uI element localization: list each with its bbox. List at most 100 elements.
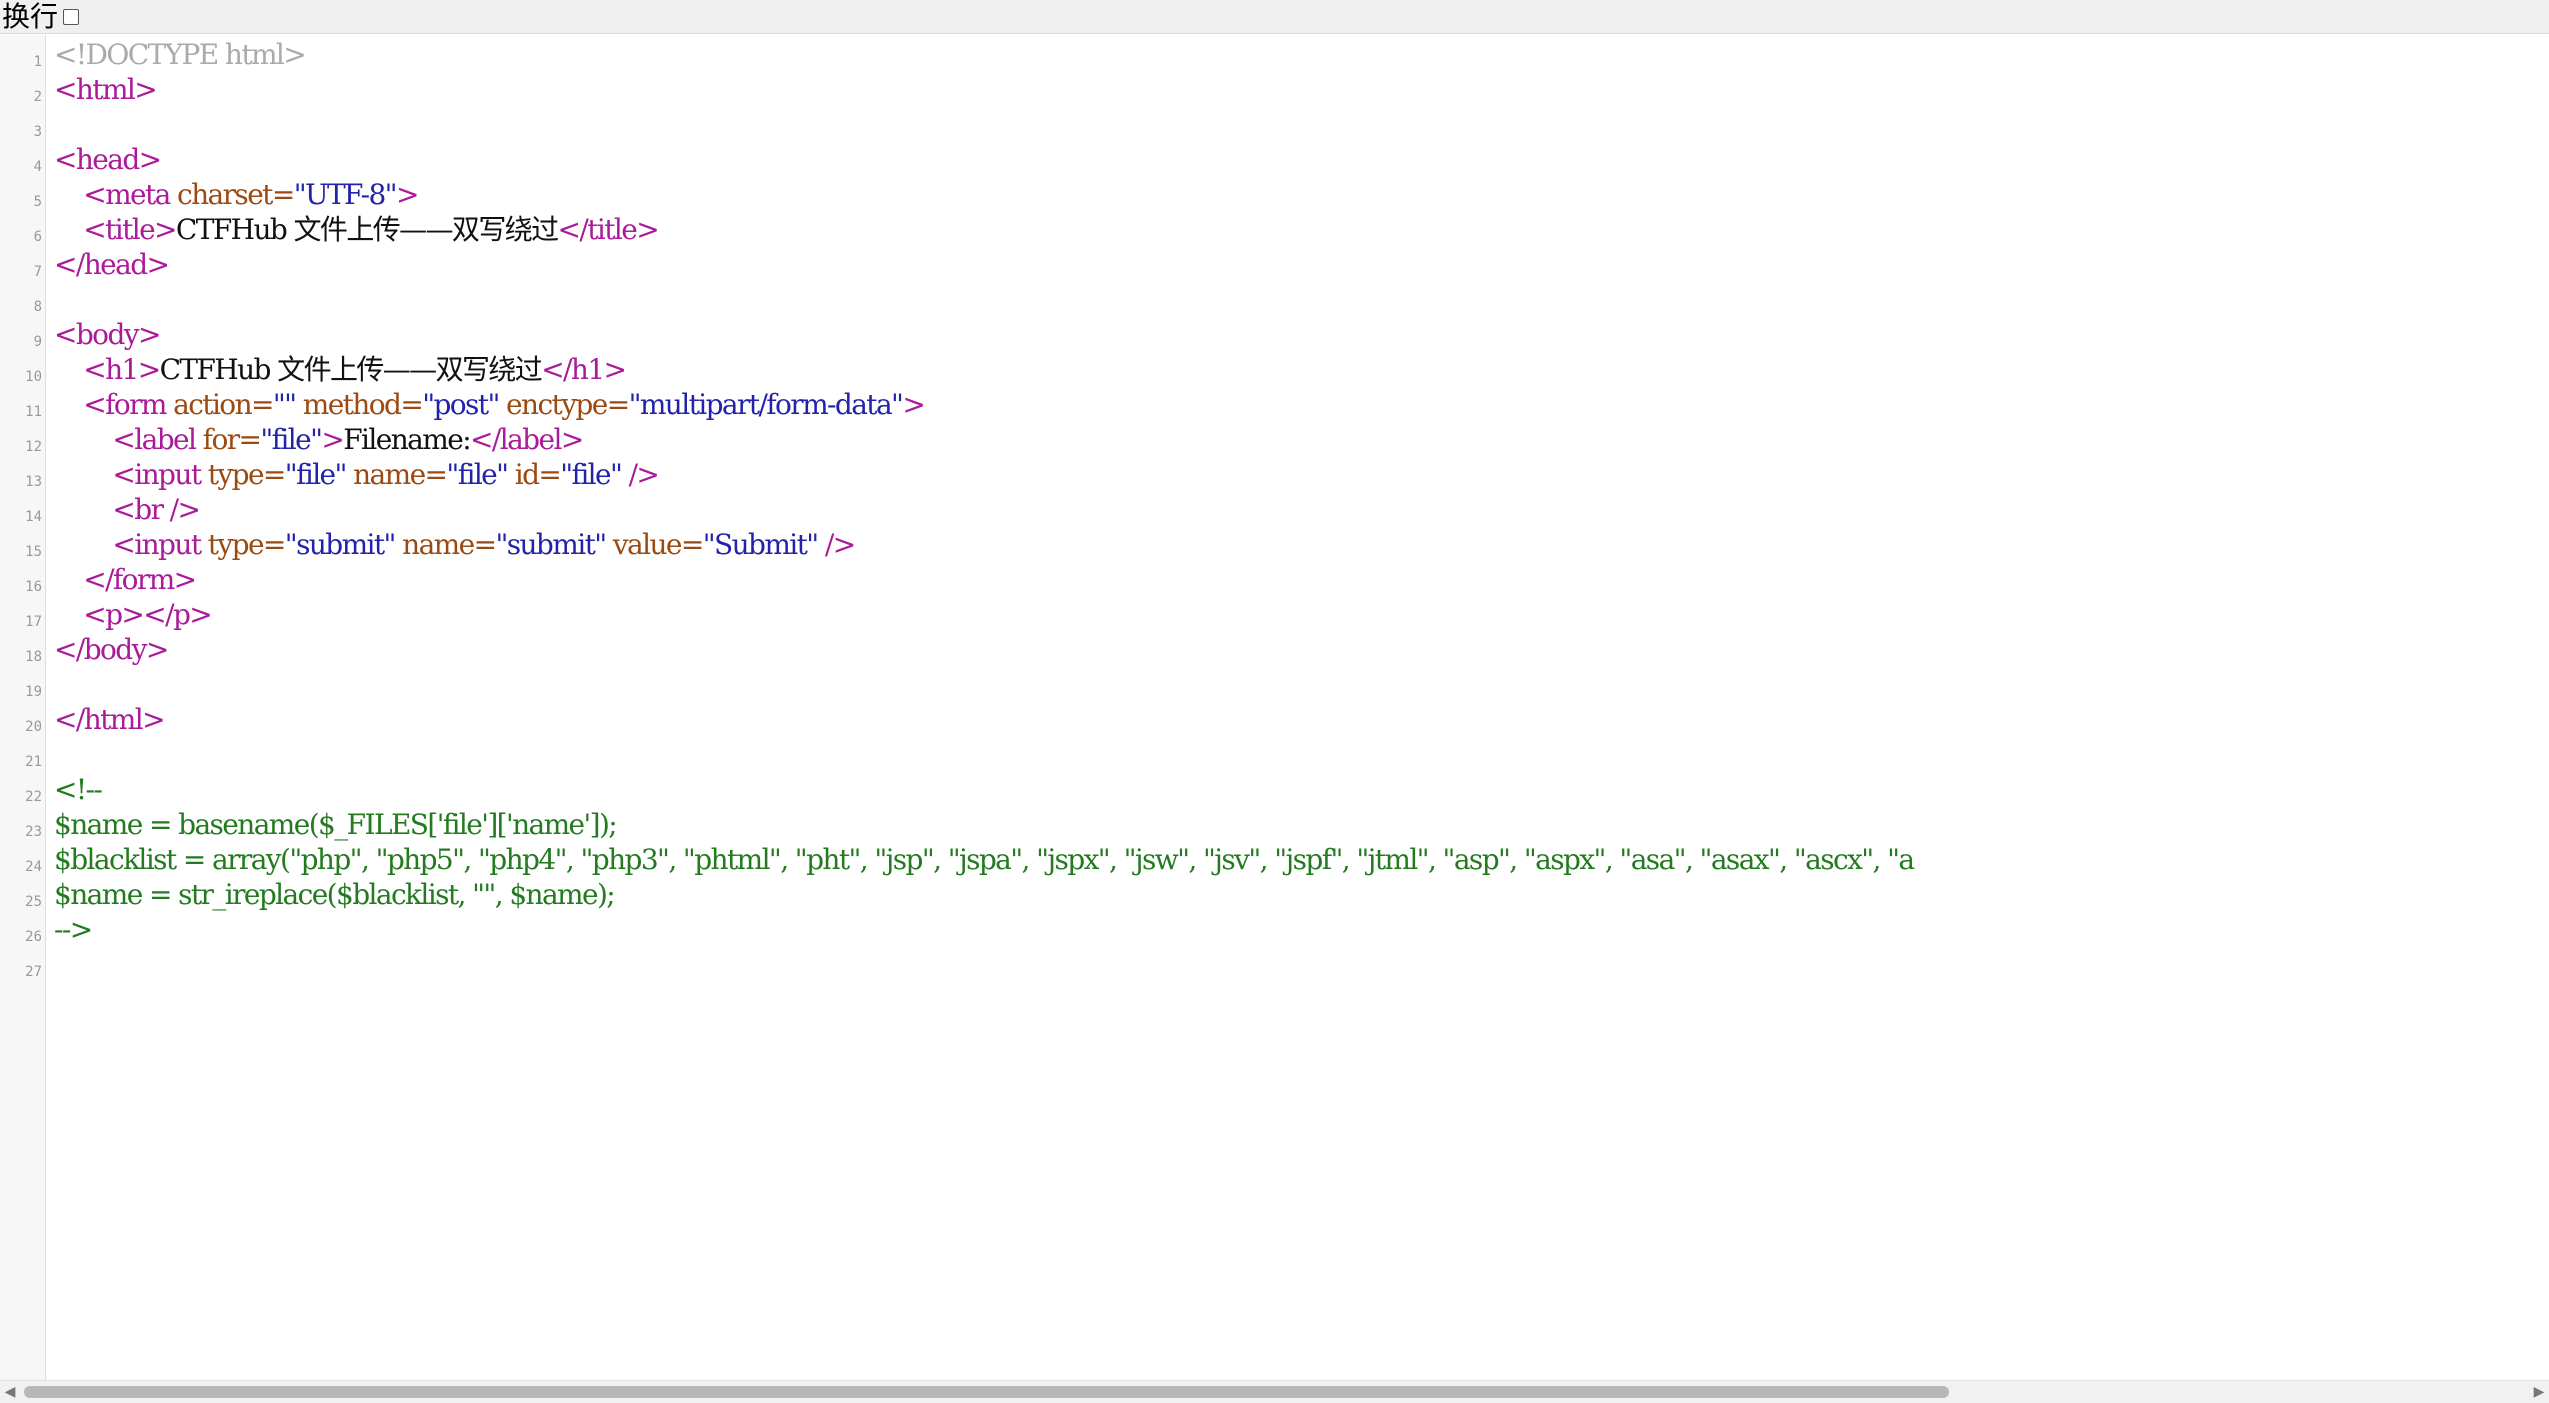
code-token-string: "file" — [284, 458, 348, 491]
code-token-tag: /> — [817, 528, 856, 561]
code-token-attr: for= — [195, 423, 262, 456]
line-number: 15 — [25, 544, 42, 560]
code-token-doctype: <!DOCTYPE html> — [54, 38, 307, 71]
code-token-tag: <body> — [54, 318, 161, 351]
code-token-tag: <form — [83, 388, 167, 421]
code-token-string: "submit" — [495, 528, 607, 561]
code-line: <br /> — [54, 492, 2549, 527]
code-token-tag: <meta — [83, 178, 171, 211]
code-token-tag: </body> — [54, 633, 169, 666]
code-token-comment: <!-- — [54, 773, 103, 806]
code-line: </head> — [54, 247, 2549, 282]
line-number: 9 — [33, 334, 42, 350]
code-token-tag: </html> — [54, 703, 166, 736]
code-line: <p></p> — [54, 597, 2549, 632]
line-number: 26 — [25, 929, 42, 945]
code-line: <html> — [54, 72, 2549, 107]
code-line: --> — [54, 912, 2549, 947]
line-number: 17 — [25, 614, 42, 630]
code-token-string: "post" — [422, 388, 500, 421]
toolbar: 换行 — [0, 0, 2549, 34]
code-token-string: "Submit" — [702, 528, 819, 561]
line-number: 7 — [33, 264, 42, 280]
code-token-attr: value= — [605, 528, 705, 561]
line-number: 25 — [25, 894, 42, 910]
code-token-text: CTFHub 文件上传——双写绕过 — [159, 353, 543, 386]
line-number: 12 — [25, 439, 42, 455]
code-token-text: Filename: — [343, 423, 471, 456]
code-token-comment: $blacklist = array("php", "php5", "php4"… — [54, 843, 1915, 876]
code-token-tag: <br /> — [112, 493, 201, 526]
code-token-string: "file" — [260, 423, 323, 456]
line-number: 24 — [25, 859, 42, 875]
scroll-right-arrow-icon[interactable]: ▶ — [2531, 1384, 2547, 1400]
code-token-attr: enctype= — [498, 388, 630, 421]
code-token-string: "submit" — [284, 528, 397, 561]
code-token-string: "UTF-8" — [293, 178, 398, 211]
code-line: </body> — [54, 632, 2549, 667]
code-token-string: "" — [272, 388, 297, 421]
code-token-tag: <label — [112, 423, 197, 456]
line-number: 4 — [33, 159, 42, 175]
code-token-attr: type= — [200, 458, 287, 491]
code-token-tag: <html> — [54, 73, 158, 106]
code-token-attr: type= — [200, 528, 287, 561]
line-number: 2 — [33, 89, 42, 105]
code-line: <label for="file">Filename:</label> — [54, 422, 2549, 457]
line-number: 16 — [25, 579, 42, 595]
code-token-string: "file" — [560, 458, 623, 491]
horizontal-scrollbar[interactable]: ◀ ▶ — [0, 1380, 2549, 1403]
code-token-attr: action= — [165, 388, 274, 421]
line-number: 3 — [33, 124, 42, 140]
code-token-attr: method= — [295, 388, 424, 421]
code-line: <form action="" method="post" enctype="m… — [54, 387, 2549, 422]
code-token-string: "file" — [446, 458, 509, 491]
code-token-tag: <h1> — [83, 353, 161, 386]
code-line: <input type="file" name="file" id="file"… — [54, 457, 2549, 492]
code-token-comment: $name = str_ireplace($blacklist, "", $na… — [54, 878, 616, 911]
code-token-tag: > — [321, 423, 344, 456]
wrap-checkbox[interactable] — [63, 8, 80, 25]
code-line: <title>CTFHub 文件上传——双写绕过</title> — [54, 212, 2549, 247]
code-token-attr: id= — [507, 458, 562, 491]
code-token-tag: <input — [112, 458, 202, 491]
scroll-left-arrow-icon[interactable]: ◀ — [2, 1384, 18, 1400]
code-line: <h1>CTFHub 文件上传——双写绕过</h1> — [54, 352, 2549, 387]
line-number: 8 — [33, 299, 42, 315]
scrollbar-thumb[interactable] — [24, 1386, 1949, 1398]
line-number: 19 — [25, 684, 42, 700]
line-number: 23 — [25, 824, 42, 840]
source-code-view[interactable]: <!DOCTYPE html> <html> <head> <meta charse… — [54, 37, 2549, 1377]
line-number: 14 — [25, 509, 42, 525]
code-line: <!-- — [54, 772, 2549, 807]
code-token-attr: charset= — [169, 178, 295, 211]
wrap-label: 换行 — [2, 0, 59, 33]
code-token-text: CTFHub 文件上传——双写绕过 — [175, 213, 559, 246]
code-token-tag: <input — [112, 528, 202, 561]
line-number: 22 — [25, 789, 42, 805]
code-token-tag: </form> — [83, 563, 197, 596]
code-token-string: "multipart/form-data" — [628, 388, 904, 421]
code-token-comment: --> — [54, 913, 93, 946]
code-token-tag: </label> — [470, 423, 584, 456]
code-line: <body> — [54, 317, 2549, 352]
code-token-tag: <head> — [54, 143, 162, 176]
code-line: $blacklist = array("php", "php5", "php4"… — [54, 842, 2549, 877]
code-line: <meta charset="UTF-8"> — [54, 177, 2549, 212]
code-token-comment: $name = basename($_FILES['file']['name']… — [54, 808, 618, 841]
code-line: <head> — [54, 142, 2549, 177]
code-line: <input type="submit" name="submit" value… — [54, 527, 2549, 562]
code-token-tag: <p></p> — [83, 598, 213, 631]
